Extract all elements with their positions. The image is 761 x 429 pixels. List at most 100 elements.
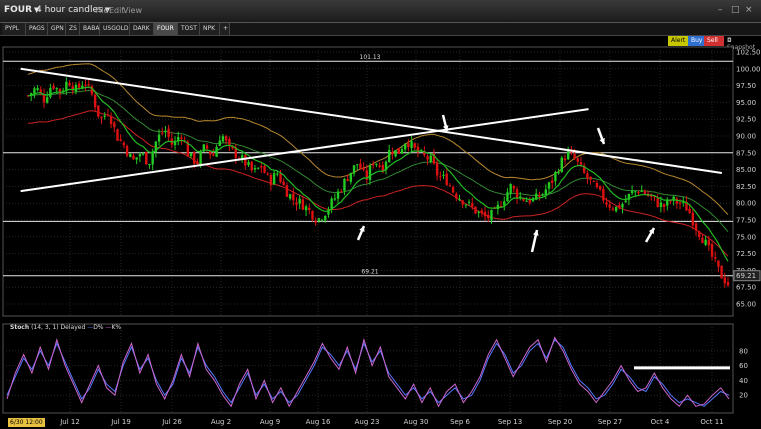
candle-body (717, 260, 720, 267)
candle-body (487, 214, 490, 219)
candle-body (151, 151, 154, 165)
candle-body (483, 211, 487, 217)
candle-body (592, 180, 595, 182)
price-chart[interactable]: 65.0067.5070.0072.5075.0077.5080.0082.50… (0, 0, 761, 429)
candle-body (509, 184, 512, 194)
candle-body (368, 165, 372, 180)
candle-body (333, 198, 337, 200)
candle-body (720, 265, 723, 279)
candle-body (451, 186, 455, 193)
candle-body (608, 204, 611, 208)
candle-body (263, 166, 266, 173)
candle-body (515, 189, 519, 199)
candle-body (49, 87, 52, 97)
candle-body (723, 277, 727, 284)
candle-body (157, 134, 161, 142)
candle-body (311, 210, 314, 220)
candle-body (269, 174, 273, 185)
candle-body (579, 162, 583, 165)
candle-body (634, 191, 637, 193)
candle-body (116, 129, 119, 141)
candle-body (167, 128, 170, 137)
candle-body (630, 190, 634, 194)
candle-body (33, 88, 36, 94)
candle-body (272, 173, 276, 185)
candle-body (39, 89, 42, 93)
candle-body (442, 174, 445, 176)
candle-body (285, 185, 289, 197)
candle-body (340, 191, 343, 193)
stoch-y-tick-label: 80 (739, 347, 748, 355)
candle-body (614, 206, 618, 212)
candle-body (292, 193, 295, 201)
candle-body (480, 210, 484, 213)
stoch-params: (14, 3, 1) Delayed (31, 324, 86, 331)
candle-body (439, 176, 442, 178)
x-tick-label: Aug 16 (306, 418, 331, 426)
candle-body (506, 192, 509, 202)
y-tick-label: 75.00 (736, 233, 756, 241)
candle-body (573, 153, 576, 159)
candle-body (148, 163, 151, 166)
candle-body (598, 186, 602, 190)
candle-body (461, 200, 464, 205)
candle-body (122, 142, 126, 146)
candle-body (129, 153, 132, 158)
candle-body (52, 85, 55, 89)
candle-body (541, 194, 544, 196)
candle-body (659, 202, 663, 208)
candle-body (621, 204, 624, 208)
candle-body (215, 146, 218, 157)
candle-body (554, 171, 557, 182)
candle-body (678, 202, 682, 204)
candle-body (445, 173, 448, 186)
candle-body (36, 88, 39, 91)
candle-body (288, 194, 292, 199)
candle-body (611, 208, 615, 210)
candle-body (164, 130, 167, 133)
candle-body (512, 186, 516, 189)
candle-body (336, 191, 340, 199)
x-tick-label: Sep 20 (548, 418, 572, 426)
candle-body (378, 165, 381, 167)
candle-body (704, 239, 707, 245)
x-tick-label: Aug 2 (211, 418, 231, 426)
candle-body (221, 136, 225, 142)
stoch-y-tick-label: 20 (739, 392, 748, 400)
x-tick-label: Jul 26 (161, 418, 182, 426)
candle-body (359, 163, 362, 169)
candle-body (586, 173, 589, 179)
candle-body (253, 168, 257, 170)
candle-body (138, 154, 142, 157)
candle-body (701, 237, 704, 244)
candle-body (224, 136, 228, 141)
candle-body (119, 139, 122, 141)
candle-body (42, 94, 46, 103)
candle-body (640, 191, 643, 193)
candle-body (212, 154, 215, 156)
candle-body (407, 143, 410, 148)
candle-body (145, 151, 148, 165)
candle-body (426, 156, 429, 160)
candle-body (474, 206, 477, 214)
candle-body (394, 150, 397, 157)
candle-body (560, 157, 563, 172)
candle-body (624, 200, 627, 203)
candle-body (714, 257, 717, 259)
x-tick-label: Jul 19 (110, 418, 131, 426)
last-price-label: 69.21 (736, 272, 756, 280)
candle-body (352, 165, 356, 174)
candle-body (295, 202, 298, 205)
candle-body (266, 173, 269, 175)
candle-body (662, 204, 666, 207)
y-tick-label: 77.50 (736, 217, 756, 225)
candle-body (113, 122, 116, 128)
candle-body (301, 199, 305, 210)
candle-body (688, 208, 691, 214)
candle-body (595, 183, 599, 188)
candle-body (77, 83, 81, 88)
candle-body (343, 178, 346, 191)
candle-body (103, 115, 106, 117)
candle-body (525, 200, 528, 202)
candle-body (551, 180, 554, 183)
